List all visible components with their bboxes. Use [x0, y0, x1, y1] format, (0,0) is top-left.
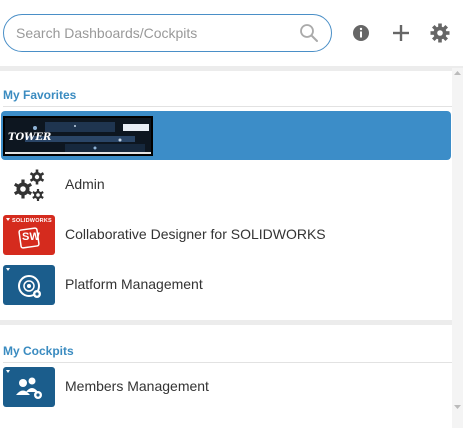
plus-icon[interactable]	[390, 22, 412, 44]
vertical-scrollbar[interactable]	[452, 68, 463, 428]
solidworks-brand-text: SOLIDWORKS	[12, 218, 52, 224]
favorite-item-custom-dashboard[interactable]: TOWER	[1, 111, 451, 160]
banner-text: TOWER	[8, 132, 52, 143]
search-input[interactable]	[16, 23, 296, 43]
favorite-item-platform-management[interactable]: Platform Management	[0, 261, 452, 307]
section-title-cockpits: My Cockpits	[3, 344, 74, 358]
cockpit-item-members-management[interactable]: Members Management	[0, 363, 452, 409]
scroll-up-arrow-icon[interactable]	[454, 70, 461, 76]
sw-mark-text: SW	[22, 231, 40, 243]
top-toolbar	[0, 0, 467, 66]
favorite-item-label: Collaborative Designer for SOLIDWORKS	[65, 226, 326, 242]
gear-icon[interactable]	[429, 22, 451, 44]
gears-icon	[13, 169, 45, 201]
solidworks-app-icon: SOLIDWORKS SW	[3, 215, 55, 255]
platform-management-icon	[3, 265, 55, 305]
section-divider	[3, 106, 461, 107]
section-separator	[0, 320, 463, 325]
search-icon[interactable]	[299, 23, 319, 43]
favorite-item-label: Platform Management	[65, 276, 203, 292]
window-edge	[463, 0, 467, 428]
favorite-item-collaborative-designer[interactable]: SOLIDWORKS SW Collaborative Designer for…	[0, 211, 452, 257]
panel-top-border	[0, 66, 463, 71]
scroll-down-arrow-icon[interactable]	[454, 404, 461, 410]
cockpit-item-label: Members Management	[65, 378, 209, 394]
info-icon[interactable]	[350, 22, 372, 44]
custom-banner-thumbnail: TOWER	[3, 116, 153, 156]
favorite-item-label: Admin	[65, 176, 105, 192]
section-title-favorites: My Favorites	[3, 88, 77, 102]
favorite-item-admin[interactable]: Admin	[0, 161, 452, 207]
search-box[interactable]	[3, 14, 332, 52]
members-management-icon	[3, 367, 55, 407]
